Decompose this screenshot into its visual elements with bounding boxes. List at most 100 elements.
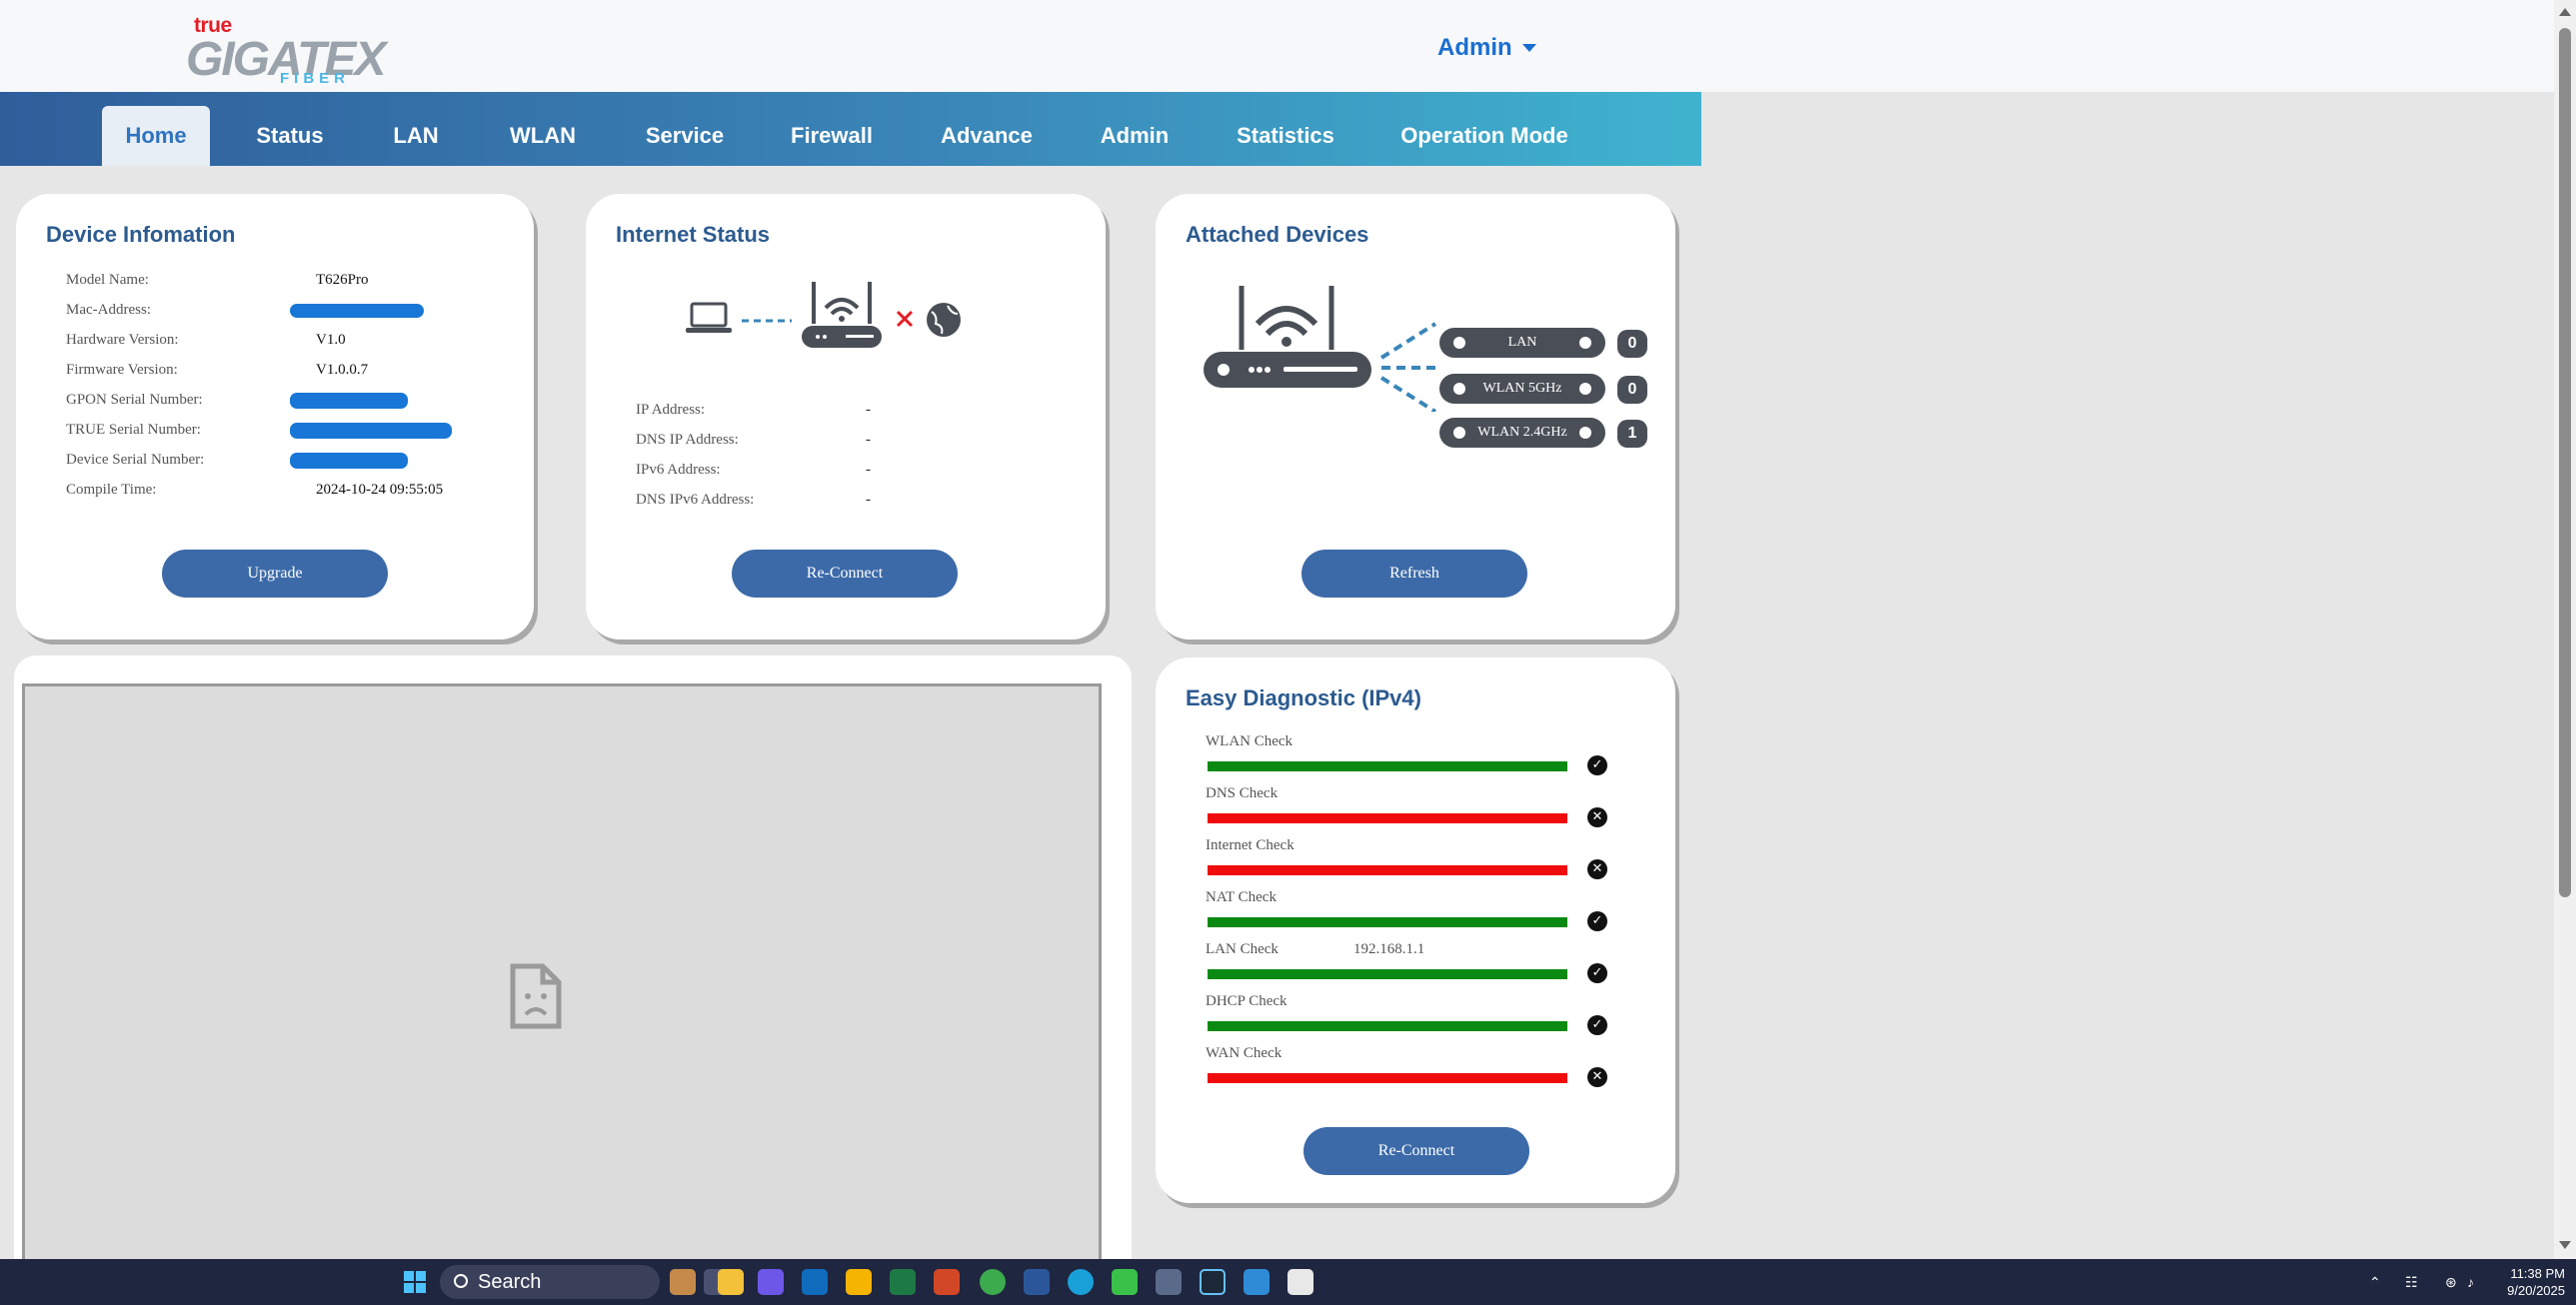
device-pill-wlan-5ghz[interactable]: WLAN 5GHz	[1439, 374, 1605, 404]
excel-icon[interactable]	[890, 1269, 916, 1295]
net-value: -	[866, 492, 871, 508]
diag-value: 192.168.1.1	[1353, 941, 1425, 957]
paint-icon[interactable]	[1244, 1269, 1270, 1295]
nav-lan[interactable]: LAN	[370, 106, 462, 166]
tray-chevron-up-icon[interactable]: ⌃	[2369, 1259, 2381, 1305]
diag-bar	[1208, 1021, 1567, 1031]
outlook-icon[interactable]	[802, 1269, 828, 1295]
info-label: Model Name:	[66, 272, 149, 288]
port-dot-icon	[1579, 427, 1591, 439]
taskbar-search-label: Search	[478, 1271, 542, 1293]
h-app-icon[interactable]	[1112, 1269, 1138, 1295]
net-value: -	[866, 402, 871, 418]
refresh-button[interactable]: Refresh	[1301, 550, 1527, 598]
globe-icon	[927, 303, 961, 337]
diagnostic-reconnect-button[interactable]: Re-Connect	[1303, 1127, 1529, 1175]
logo-sub-text: FIBER	[280, 70, 350, 87]
device-pill-label: WLAN 5GHz	[1482, 381, 1562, 396]
copilot-icon[interactable]	[758, 1269, 784, 1295]
diag-label: WLAN Check	[1206, 733, 1293, 749]
upgrade-button[interactable]: Upgrade	[162, 550, 388, 598]
diag-bar	[1208, 969, 1567, 979]
easy-diagnostic-title: Easy Diagnostic (IPv4)	[1186, 685, 1421, 710]
edge-icon[interactable]	[1068, 1269, 1094, 1295]
scroll-up-arrow-icon[interactable]	[2559, 8, 2571, 16]
info-value: T626Pro	[316, 272, 369, 288]
caret-down-icon	[1521, 44, 1536, 52]
windows-start-icon[interactable]	[404, 1271, 426, 1293]
nav-service[interactable]: Service	[626, 106, 744, 166]
info-label: Compile Time:	[66, 482, 157, 498]
laptop-icon	[686, 302, 732, 333]
reconnect-button[interactable]: Re-Connect	[732, 550, 958, 598]
port-dot-icon	[1579, 337, 1591, 349]
port-dot-icon	[1453, 383, 1465, 395]
nav-status[interactable]: Status	[232, 106, 348, 166]
port-dot-icon	[1453, 337, 1465, 349]
nav-wlan[interactable]: WLAN	[486, 106, 600, 166]
info-label: TRUE Serial Number:	[66, 422, 201, 438]
check-fail-icon: ✕	[1587, 859, 1607, 879]
internet-connection-diagram	[686, 282, 961, 348]
device-count-lan: 0	[1617, 330, 1647, 358]
router-icon	[1204, 286, 1371, 388]
disconnected-x-icon	[896, 310, 914, 328]
device-pill-wlan-24ghz[interactable]: WLAN 2.4GHz	[1439, 418, 1605, 448]
port-dot-icon	[1579, 383, 1591, 395]
clock-time: 11:38 PM	[2510, 1266, 2565, 1281]
search-highlight-icon[interactable]	[670, 1269, 696, 1295]
info-label: Device Serial Number:	[66, 452, 205, 468]
gigatex-logo[interactable]: true GIGATEX FIBER	[186, 14, 386, 87]
net-row-dns-ipv6: DNS IPv6 Address: -	[636, 492, 871, 509]
net-label: DNS IP Address:	[636, 432, 739, 448]
scroll-thumb[interactable]	[2559, 28, 2571, 897]
info-value: 2024-10-24 09:55:05	[316, 482, 444, 498]
attached-devices-card: Attached Devices LAN 0 WLAN 5GHz 0 WLAN …	[1156, 194, 1675, 640]
redacted-true-serial-value	[290, 423, 452, 439]
nav-advance[interactable]: Advance	[922, 106, 1052, 166]
store-icon[interactable]	[718, 1269, 744, 1295]
device-info-card: Device Infomation Model Name: T626Pro Ma…	[16, 194, 534, 640]
internet-status-title: Internet Status	[616, 222, 771, 247]
device-info-title: Device Infomation	[46, 222, 236, 247]
info-label: Firmware Version:	[66, 362, 178, 378]
check-pass-icon: ✓	[1587, 755, 1607, 775]
info-value: V1.0.0.7	[316, 362, 369, 378]
redacted-device-serial-value	[290, 453, 408, 469]
wifi-icon[interactable]: ⊛	[2445, 1259, 2457, 1305]
broken-page-icon	[510, 963, 562, 1029]
chrome-icon[interactable]	[980, 1269, 1006, 1295]
page-scrollbar[interactable]	[2554, 0, 2576, 1259]
diag-bar	[1208, 761, 1567, 771]
nav-firewall[interactable]: Firewall	[770, 106, 894, 166]
net-label: IPv6 Address:	[636, 462, 721, 478]
volume-icon[interactable]: ♪	[2467, 1259, 2474, 1305]
net-label: DNS IPv6 Address:	[636, 492, 755, 508]
taskbar-search[interactable]: Search	[440, 1265, 660, 1299]
check-pass-icon: ✓	[1587, 911, 1607, 931]
router-icon	[802, 282, 882, 348]
internet-status-card: Internet Status IP Address: - DNS IP Add…	[586, 194, 1106, 640]
steam-icon[interactable]	[1200, 1269, 1226, 1295]
admin-user-menu[interactable]: Admin	[1437, 34, 1536, 62]
admin-user-menu-label: Admin	[1437, 34, 1512, 61]
scroll-down-arrow-icon[interactable]	[2559, 1241, 2571, 1249]
taskbar-clock[interactable]: 11:38 PM 9/20/2025	[2489, 1265, 2565, 1299]
diag-bar	[1208, 813, 1567, 823]
nav-admin[interactable]: Admin	[1082, 106, 1188, 166]
nav-operation-mode[interactable]: Operation Mode	[1391, 106, 1577, 166]
info-label: Mac-Address:	[66, 302, 151, 318]
easy-diagnostic-card: Easy Diagnostic (IPv4) WLAN Check ✓ DNS …	[1156, 657, 1675, 1203]
check-pass-icon: ✓	[1587, 963, 1607, 983]
device-pill-label: LAN	[1507, 335, 1537, 350]
file-explorer-icon[interactable]	[846, 1269, 872, 1295]
nav-statistics[interactable]: Statistics	[1216, 106, 1355, 166]
nav-home[interactable]: Home	[102, 106, 210, 166]
device-pill-lan[interactable]: LAN	[1439, 328, 1605, 358]
device-count-wlan-24ghz: 1	[1617, 420, 1647, 448]
calculator-icon[interactable]	[1156, 1269, 1182, 1295]
network-adapter-icon[interactable]: ☷	[2405, 1259, 2418, 1305]
word-icon[interactable]	[1024, 1269, 1050, 1295]
powerpoint-icon[interactable]	[934, 1269, 960, 1295]
snipping-tool-icon[interactable]	[1288, 1269, 1313, 1295]
